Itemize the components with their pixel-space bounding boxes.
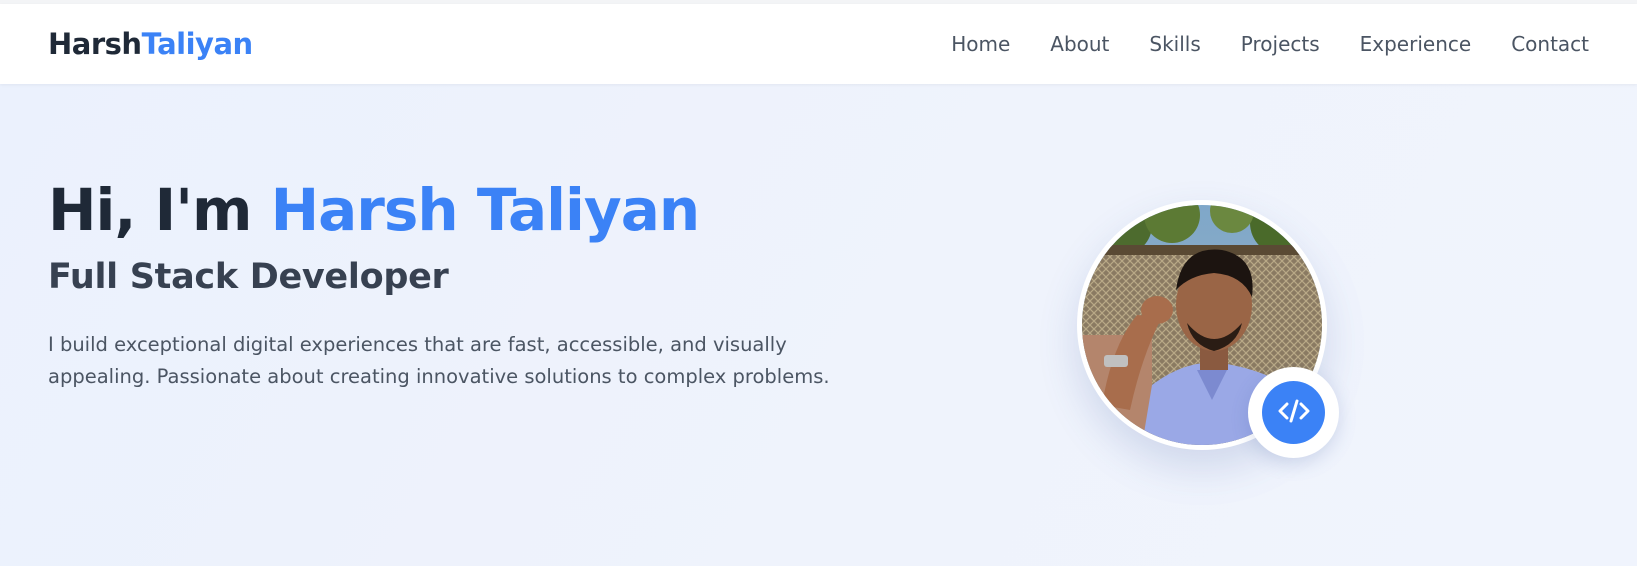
nav-projects[interactable]: Projects: [1241, 32, 1320, 56]
code-icon: [1278, 399, 1310, 427]
brand-logo[interactable]: HarshTaliyan: [48, 27, 253, 61]
brand-second: Taliyan: [141, 27, 254, 61]
hero-description: I build exceptional digital experiences …: [48, 332, 830, 388]
nav-skills[interactable]: Skills: [1149, 32, 1200, 56]
nav-experience[interactable]: Experience: [1360, 32, 1472, 56]
navbar: HarshTaliyan Home About Skills Projects …: [0, 4, 1637, 84]
nav-about[interactable]: About: [1050, 32, 1109, 56]
code-badge-ring: [1248, 367, 1339, 458]
nav-contact[interactable]: Contact: [1511, 32, 1589, 56]
hero-section: Hi, I'm Harsh Taliyan Full Stack Develop…: [0, 84, 1637, 566]
hero-name: Harsh Taliyan: [270, 176, 701, 244]
code-badge: [1262, 381, 1325, 444]
nav-home[interactable]: Home: [951, 32, 1010, 56]
nav-menu: Home About Skills Projects Experience Co…: [951, 32, 1589, 56]
hero-heading: Hi, I'm Harsh Taliyan: [48, 176, 828, 244]
brand-first: Harsh: [48, 27, 142, 61]
hero-text: Hi, I'm Harsh Taliyan Full Stack Develop…: [48, 176, 830, 393]
hero-role: Full Stack Developer: [48, 256, 449, 297]
hero-greeting: Hi, I'm: [48, 176, 271, 244]
